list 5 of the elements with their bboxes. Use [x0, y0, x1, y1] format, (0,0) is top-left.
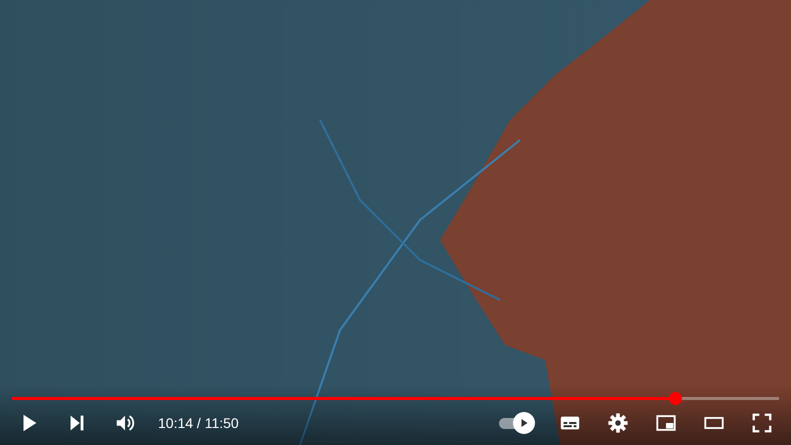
miniplayer-icon: [655, 412, 677, 434]
time-display: 10:14 / 11:50: [158, 415, 239, 431]
autoplay-toggle[interactable]: [499, 412, 533, 434]
settings-icon: [607, 412, 629, 434]
fullscreen-icon: [751, 412, 773, 434]
